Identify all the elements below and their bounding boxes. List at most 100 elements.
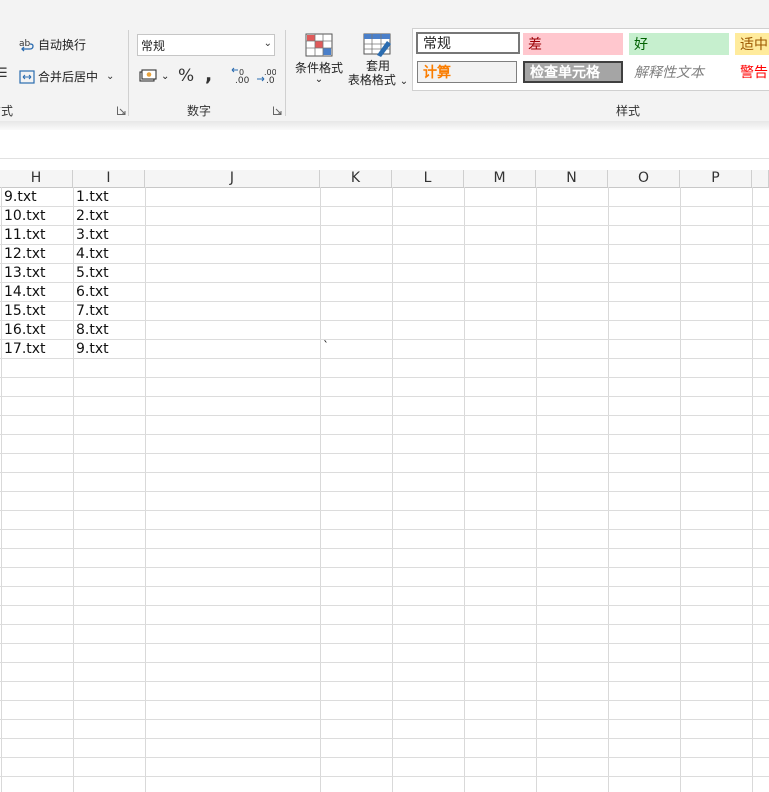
chevron-down-icon: ⌄	[314, 74, 324, 85]
cell-h5[interactable]: 13.txt	[1, 264, 46, 283]
column-header-i[interactable]: I	[73, 170, 145, 187]
grid-row-line	[0, 377, 769, 378]
cell-i8[interactable]: 8.txt	[73, 321, 109, 340]
column-header-m[interactable]: M	[464, 170, 536, 187]
wrap-text-label: 自动换行	[38, 38, 87, 52]
wrap-text-button[interactable]: ab 自动换行	[19, 36, 86, 53]
grid-row-line	[0, 719, 769, 720]
ribbon: ☰ ab 自动换行 合并后居中 ⌄ 方式 常规 ⌄	[0, 0, 769, 122]
format-table-label-line1: 套用	[365, 59, 390, 73]
conditional-format-label: 条件格式	[294, 61, 343, 75]
style-check-cell-label: 检查单元格	[530, 65, 600, 81]
format-table-label-row: 表格格式 ⌄	[346, 73, 410, 89]
style-normal[interactable]: 常规	[416, 32, 520, 54]
svg-text:ab: ab	[19, 39, 31, 49]
conditional-format-button[interactable]: 条件格式 ⌄	[291, 33, 347, 85]
grid-column-line	[392, 187, 393, 792]
grid-row-line	[0, 681, 769, 682]
decrease-decimal-icon[interactable]: .00 .0	[256, 67, 277, 89]
accounting-icon	[139, 68, 157, 84]
grid-row-line	[0, 434, 769, 435]
group-separator	[128, 30, 129, 116]
style-good[interactable]: 好	[629, 33, 729, 55]
conditional-format-icon	[305, 33, 333, 57]
percent-style-icon[interactable]: %	[178, 66, 194, 86]
style-calculation[interactable]: 计算	[417, 61, 517, 83]
cell-i5[interactable]: 5.txt	[73, 264, 109, 283]
increase-decimal-icon[interactable]: .00 0	[231, 67, 251, 89]
grid-column-line	[320, 187, 321, 792]
style-explanatory[interactable]: 解释性文本	[629, 61, 729, 83]
stray-mark: `	[323, 339, 329, 353]
cell-h9[interactable]: 17.txt	[1, 340, 46, 359]
grid-row-line	[0, 700, 769, 701]
grid-row-line	[0, 415, 769, 416]
merge-center-button[interactable]: 合并后居中 ⌄	[19, 68, 114, 85]
style-warning[interactable]: 警告	[735, 61, 769, 83]
number-format-value: 常规	[141, 38, 166, 53]
grid-row-line	[0, 491, 769, 492]
column-header-l[interactable]: L	[392, 170, 464, 187]
column-header-partial[interactable]	[752, 170, 769, 187]
number-dialog-launcher-icon[interactable]	[273, 106, 282, 115]
style-explanatory-label: 解释性文本	[634, 65, 704, 81]
column-header-n[interactable]: N	[536, 170, 608, 187]
grid-row-line	[0, 548, 769, 549]
worksheet-grid[interactable]: HIJKLMNOP 9.txt 10.txt 11.txt 12.txt 13.txt 1…	[0, 170, 769, 792]
cell-i6[interactable]: 6.txt	[73, 283, 109, 302]
grid-row-line	[0, 662, 769, 663]
cell-h7[interactable]: 15.txt	[1, 302, 46, 321]
column-header-j[interactable]: J	[145, 170, 320, 187]
comma-style-icon[interactable]: ,	[205, 64, 212, 86]
grid-row-line	[0, 244, 769, 245]
formula-bar[interactable]	[0, 130, 769, 159]
style-warning-label: 警告	[740, 65, 768, 81]
cell-styles-gallery: 常规 差 好 适中 计算 检查单元格 解释性文本 警告	[412, 28, 769, 91]
grid-row-line	[0, 567, 769, 568]
grid-row-line	[0, 472, 769, 473]
cell-i4[interactable]: 4.txt	[73, 245, 109, 264]
chevron-down-icon[interactable]: ⌄	[106, 71, 114, 82]
alignment-dialog-launcher-icon[interactable]	[117, 106, 126, 115]
style-check-cell[interactable]: 检查单元格	[523, 61, 623, 83]
column-header-k[interactable]: K	[320, 170, 392, 187]
cell-h2[interactable]: 10.txt	[1, 207, 46, 226]
grid-row-line	[0, 301, 769, 302]
grid-row-line	[0, 320, 769, 321]
format-as-table-button[interactable]: 套用 表格格式 ⌄	[346, 33, 410, 89]
cell-i7[interactable]: 7.txt	[73, 302, 109, 321]
merge-center-label: 合并后居中	[38, 70, 99, 84]
cell-h3[interactable]: 11.txt	[1, 226, 46, 245]
cell-h8[interactable]: 16.txt	[1, 321, 46, 340]
cell-i1[interactable]: 1.txt	[73, 188, 109, 207]
style-neutral-label: 适中	[740, 37, 768, 53]
styles-group-label: 样式	[616, 104, 641, 118]
grid-row-line	[0, 263, 769, 264]
svg-text:0: 0	[239, 68, 244, 77]
cell-i2[interactable]: 2.txt	[73, 207, 109, 226]
chevron-down-icon: ⌄	[263, 38, 272, 49]
cell-i3[interactable]: 3.txt	[73, 226, 109, 245]
style-neutral[interactable]: 适中	[735, 33, 769, 55]
grid-row-line	[0, 510, 769, 511]
column-header-h[interactable]: H	[0, 170, 73, 187]
cell-h4[interactable]: 12.txt	[1, 245, 46, 264]
style-bad-label: 差	[528, 37, 542, 53]
grid-row-line	[0, 529, 769, 530]
column-header-p[interactable]: P	[680, 170, 752, 187]
format-as-table-icon	[363, 33, 393, 57]
grid-row-line	[0, 624, 769, 625]
number-group-label: 数字	[187, 104, 212, 118]
number-format-select[interactable]: 常规 ⌄	[137, 34, 275, 56]
style-bad[interactable]: 差	[523, 33, 623, 55]
align-left-icon[interactable]: ☰	[0, 66, 8, 81]
grid-row-line	[0, 586, 769, 587]
cell-i9[interactable]: 9.txt	[73, 340, 109, 359]
grid-row-line	[0, 358, 769, 359]
grid-row-line	[0, 225, 769, 226]
grid-row-line	[0, 738, 769, 739]
cell-h1[interactable]: 9.txt	[1, 188, 37, 207]
column-header-o[interactable]: O	[608, 170, 680, 187]
cell-h6[interactable]: 14.txt	[1, 283, 46, 302]
accounting-format-button[interactable]: ⌄	[139, 68, 169, 84]
